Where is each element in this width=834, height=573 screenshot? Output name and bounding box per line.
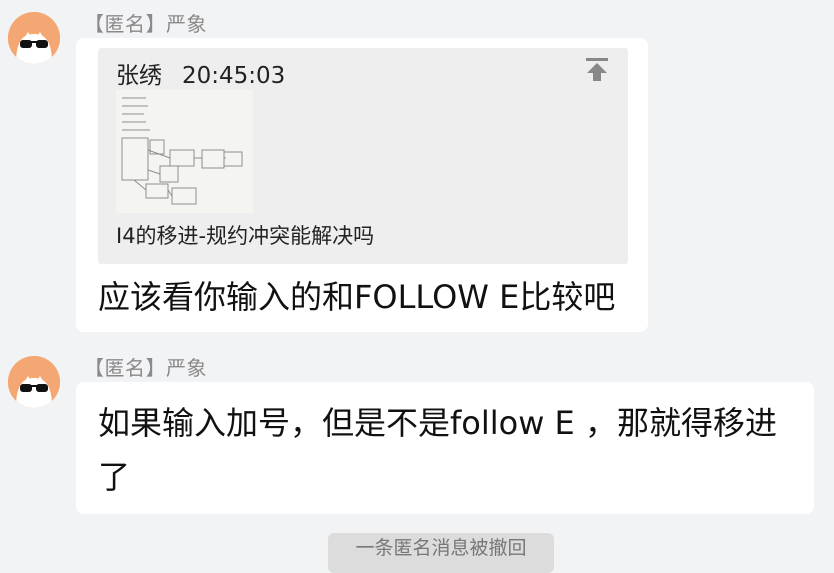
recall-notice: 一条匿名消息被撤回: [328, 533, 554, 573]
sender-name: 【匿名】严象: [84, 12, 207, 36]
anonymous-avatar-icon: [8, 12, 60, 64]
message-bubble[interactable]: 如果输入加号，但是不是follow E ，那就得移进了: [76, 382, 814, 514]
quote-time: 20:45:03: [182, 63, 286, 89]
sender-name: 【匿名】严象: [84, 356, 207, 380]
message-text: 应该看你输入的和FOLLOW E比较吧: [98, 278, 616, 316]
quote-author: 张绣: [116, 63, 162, 89]
avatar[interactable]: [8, 356, 60, 408]
quote-caption: I4的移进-规约冲突能解决吗: [116, 224, 375, 248]
quoted-image-thumbnail[interactable]: [116, 90, 253, 213]
handwritten-diagram-image: [116, 90, 253, 213]
anonymous-avatar-icon: [8, 356, 60, 408]
message-text: 如果输入加号，但是不是follow E ，那就得移进了: [98, 404, 777, 496]
avatar[interactable]: [8, 12, 60, 64]
quote-header: 张绣 20:45:03: [116, 56, 285, 90]
quoted-message[interactable]: 张绣 20:45:03 I4的移进-规约冲突能解决吗: [98, 48, 628, 264]
message-bubble[interactable]: 张绣 20:45:03 I4的移进-规约冲突能解决吗 应该看你输入的和FOLLO…: [76, 38, 648, 332]
jump-to-original-icon[interactable]: [584, 56, 610, 82]
